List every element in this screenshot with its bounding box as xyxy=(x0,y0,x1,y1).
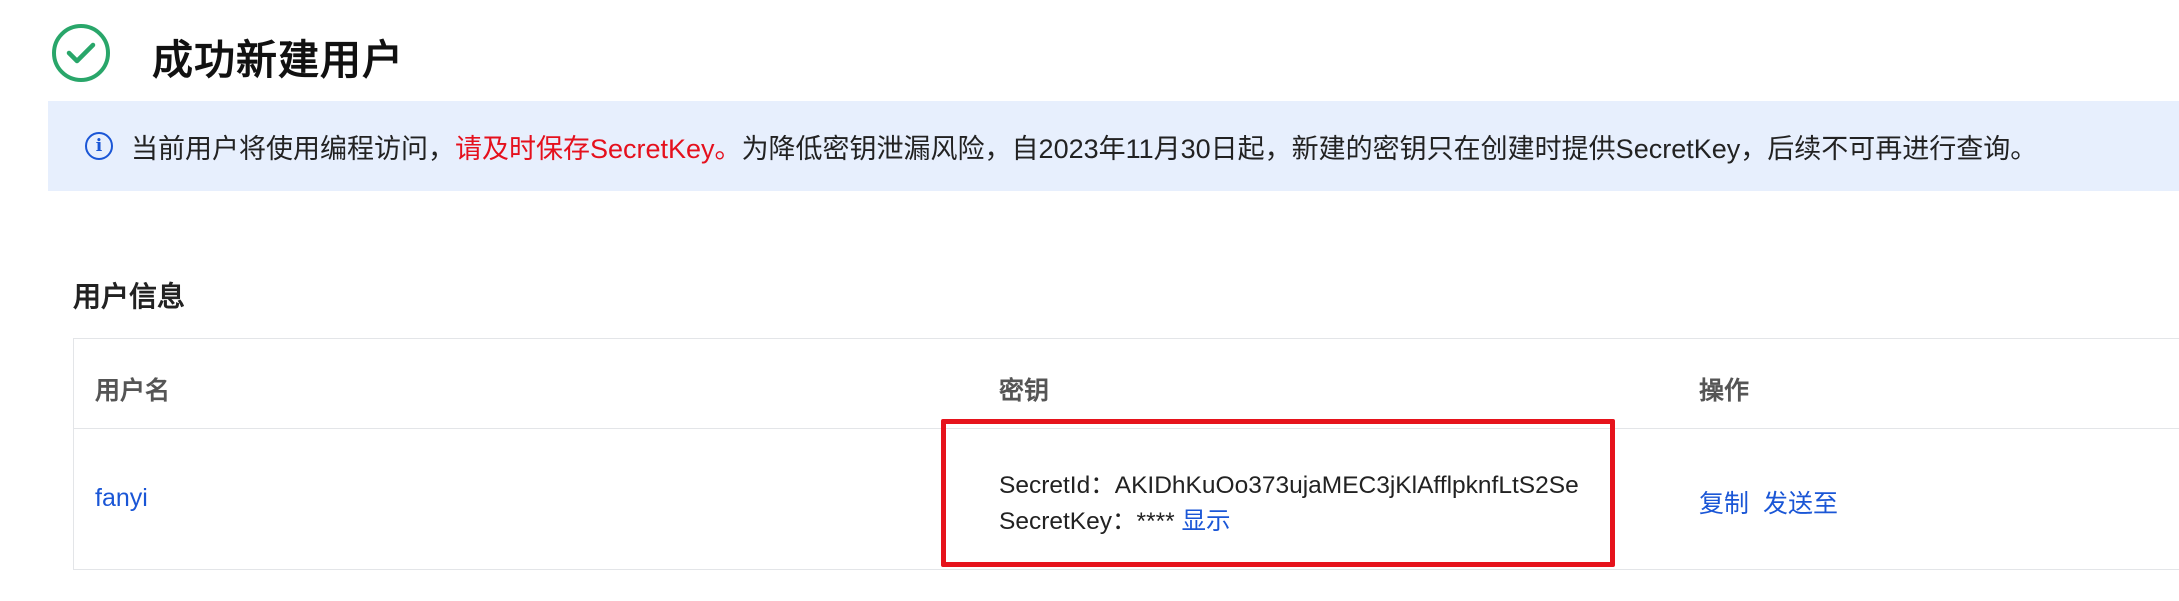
secret-highlight-box xyxy=(941,419,1615,567)
notice-text: 当前用户将使用编程访问，请及时保存SecretKey。为降低密钥泄漏风险，自20… xyxy=(131,127,2037,166)
notice-banner: i 当前用户将使用编程访问，请及时保存SecretKey。为降低密钥泄漏风险，自… xyxy=(48,101,2179,191)
column-header-actions: 操作 xyxy=(1699,377,1750,405)
notice-text-warning: 请及时保存SecretKey。 xyxy=(455,133,742,164)
checkmark-icon xyxy=(66,42,96,64)
column-header-username: 用户名 xyxy=(95,377,171,405)
send-to-action-link[interactable]: 发送至 xyxy=(1763,484,1838,520)
page-title: 成功新建用户 xyxy=(152,37,404,83)
username-link[interactable]: fanyi xyxy=(95,484,148,513)
column-header-secret: 密钥 xyxy=(999,377,1050,405)
notice-text-after: 为降低密钥泄漏风险，自2023年11月30日起，新建的密钥只在创建时提供Secr… xyxy=(741,133,2038,164)
success-check-icon xyxy=(52,24,110,82)
section-title-user-info: 用户信息 xyxy=(73,281,186,312)
copy-action-link[interactable]: 复制 xyxy=(1699,484,1749,520)
info-icon: i xyxy=(85,132,113,160)
notice-text-before: 当前用户将使用编程访问， xyxy=(131,133,455,164)
table-header: 用户名 密钥 操作 xyxy=(74,339,2179,429)
